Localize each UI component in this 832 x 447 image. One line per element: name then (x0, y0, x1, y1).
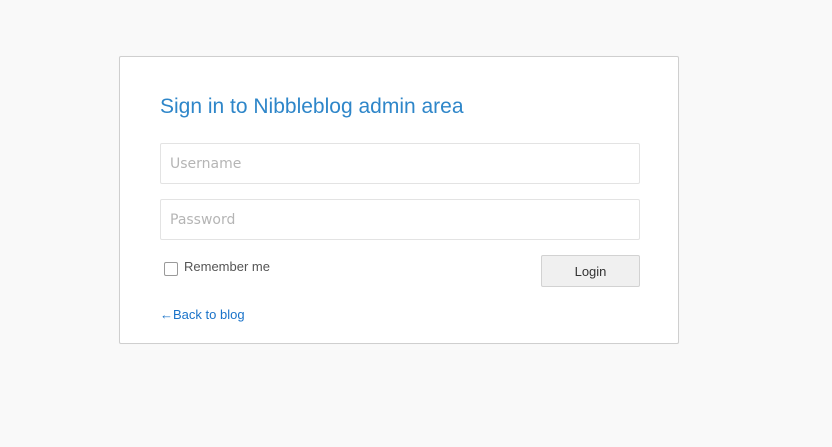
login-box: Sign in to Nibbleblog admin area Remembe… (119, 56, 679, 344)
remember-me-checkbox[interactable] (164, 261, 178, 276)
back-to-blog-link[interactable]: ←Back to blog (160, 307, 245, 322)
remember-me-label: Remember me (184, 259, 270, 274)
page-title: Sign in to Nibbleblog admin area (160, 95, 464, 118)
password-input[interactable] (160, 199, 640, 240)
username-input[interactable] (160, 143, 640, 184)
remember-me[interactable]: Remember me (164, 259, 270, 276)
login-button[interactable]: Login (541, 255, 640, 287)
